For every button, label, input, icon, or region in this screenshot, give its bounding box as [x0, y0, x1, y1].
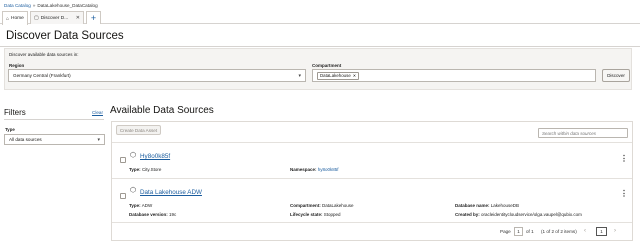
compartment-label: Compartment — [312, 63, 342, 68]
page-title: Discover Data Sources — [6, 30, 124, 42]
cube-icon: ⬡ — [130, 152, 137, 159]
search-placeholder: Search within data sources — [542, 130, 597, 136]
compartment-meta: Compartment: DataLakehouse — [290, 203, 354, 208]
meta-value: oracleidentitycloudservice/olga.vaupel@q… — [481, 212, 582, 217]
meta-value: Stopped — [323, 212, 341, 217]
page-number-value: 1 — [517, 229, 520, 234]
row-actions-icon[interactable]: ⋮ — [620, 189, 628, 198]
pagination-of-text: of 1 — [526, 229, 534, 234]
meta-value: City.Store — [141, 167, 162, 172]
meta-label: Database name: — [455, 203, 490, 208]
meta-value: LakehouseDB — [490, 203, 520, 208]
chevron-down-icon: ▾ — [298, 72, 301, 79]
row-divider — [112, 178, 632, 179]
row-divider — [112, 222, 632, 223]
clear-filters-link[interactable]: Clear — [92, 110, 103, 115]
data-source-name-link[interactable]: Hy8o0k85f — [140, 153, 170, 160]
breadcrumb-current: DataLakehouse_DataCatalog — [37, 3, 98, 8]
tab-discover[interactable]: ▢ Discover D... ✕ — [30, 11, 84, 24]
region-value: Germany Central (Frankfurt) — [13, 73, 71, 78]
type-filter-label: Type — [5, 127, 15, 132]
sources-title: Available Data Sources — [110, 105, 214, 116]
page-icon: ▢ — [34, 15, 39, 21]
compartment-field[interactable]: DataLakehouse ✕ — [312, 69, 596, 82]
add-tab-button[interactable]: + — [86, 11, 101, 24]
type-meta: Type: ADW — [129, 203, 152, 208]
breadcrumb-separator: » — [32, 3, 36, 8]
meta-label: Type: — [129, 203, 141, 208]
region-label: Region — [9, 63, 25, 68]
filters-title: Filters — [4, 108, 26, 117]
region-select[interactable]: Germany Central (Frankfurt) ▾ — [8, 69, 306, 82]
sources-panel — [111, 121, 633, 241]
cube-icon: ⬡ — [130, 187, 137, 194]
divider — [0, 46, 640, 47]
pagination-page-label: Page — [500, 229, 511, 234]
meta-label: Created by: — [455, 212, 480, 217]
tab-discover-label: Discover D... — [40, 15, 69, 21]
tab-home-label: Home — [11, 16, 24, 21]
meta-label: Database version: — [129, 212, 168, 217]
row-actions-icon[interactable]: ⋮ — [620, 154, 628, 163]
remove-chip-icon[interactable]: ✕ — [353, 73, 356, 78]
chevron-down-icon: ▾ — [97, 136, 100, 143]
table-header-rule — [112, 142, 632, 143]
breadcrumb-data-catalog[interactable]: Data Catalog — [4, 3, 31, 8]
meta-label: Type: — [129, 167, 141, 172]
meta-value: DataLakehouse — [322, 203, 354, 208]
breadcrumb: Data Catalog» DataLakehouse_DataCatalog — [4, 3, 98, 8]
home-icon: ⌂ — [6, 15, 10, 22]
meta-label: Compartment: — [290, 203, 321, 208]
compartment-chip[interactable]: DataLakehouse ✕ — [317, 71, 360, 80]
type-meta: Type: City.Store — [129, 167, 161, 172]
discover-intro: Discover available data sources in: — [9, 52, 79, 57]
next-page-icon[interactable]: › — [614, 228, 616, 234]
row-checkbox[interactable] — [120, 157, 126, 163]
meta-label: Lifecycle state: — [290, 212, 323, 217]
previous-page-icon[interactable]: ‹ — [584, 228, 586, 234]
page-number-input[interactable]: 1 — [514, 227, 523, 236]
meta-value: 19c — [169, 212, 177, 217]
meta-label: Namespace: — [290, 167, 317, 172]
meta-value: ADW — [141, 203, 153, 208]
tab-home[interactable]: ⌂ Home — [2, 11, 28, 25]
lifecycle-meta: Lifecycle state: Stopped — [290, 212, 341, 217]
close-tab-icon[interactable]: ✕ — [76, 15, 80, 21]
data-source-name-link[interactable]: Data Lakehouse ADW — [140, 189, 202, 196]
tab-bar: ⌂ Home ▢ Discover D... ✕ + — [0, 10, 640, 25]
database-name-meta: Database name: LakehouseDB — [455, 203, 519, 208]
discover-button[interactable]: Discover — [602, 69, 630, 82]
namespace-link[interactable]: hy8o0k85f — [318, 167, 339, 172]
current-page-value: 1 — [600, 229, 603, 234]
type-filter-select[interactable]: All data sources ▾ — [4, 134, 105, 145]
search-input[interactable]: Search within data sources — [538, 128, 628, 138]
created-by-meta: Created by: oracleidentitycloudservice/o… — [455, 212, 582, 217]
type-filter-value: All data sources — [9, 137, 42, 142]
pagination-count-text: (1 of 2 of 2 items) — [541, 229, 577, 234]
plus-icon: + — [90, 13, 97, 23]
current-page-button[interactable]: 1 — [596, 227, 607, 236]
filters-divider — [4, 119, 104, 120]
create-data-asset-button[interactable]: Create Data Asset — [116, 125, 161, 135]
row-checkbox[interactable] — [120, 193, 126, 199]
namespace-meta: Namespace: hy8o0k85f — [290, 167, 339, 172]
database-version-meta: Database version: 19c — [129, 212, 176, 217]
compartment-chip-label: DataLakehouse — [320, 73, 351, 78]
